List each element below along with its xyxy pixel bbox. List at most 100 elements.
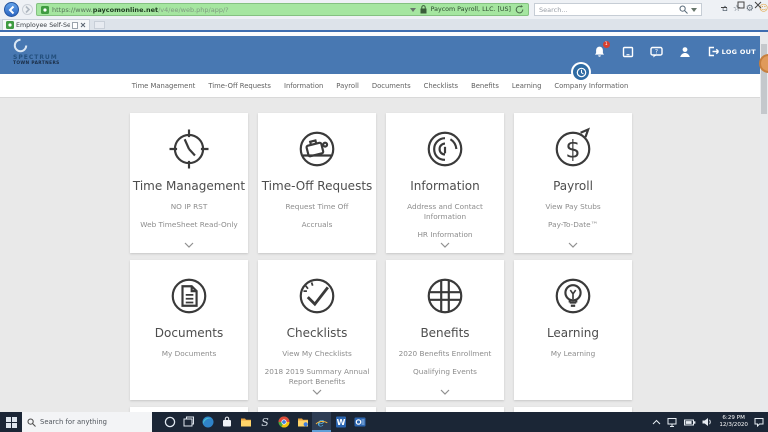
back-button[interactable] xyxy=(4,2,19,17)
card-link[interactable]: Accruals xyxy=(261,220,373,230)
document-icon[interactable] xyxy=(163,270,215,322)
address-bar[interactable]: https://www.paycomonline.net/v4/ee/web.p… xyxy=(36,3,529,16)
card-link[interactable]: 2018 2019 Summary Annual Report Benefits xyxy=(261,367,373,387)
taskbar-snagit-icon[interactable]: S xyxy=(255,412,274,432)
nav-item-documents[interactable]: Documents xyxy=(372,82,411,90)
tray-volume-icon[interactable] xyxy=(702,417,713,427)
company-logo[interactable]: SPECTRUM TOWN PARTNERS xyxy=(13,38,60,66)
taskbar-word-icon[interactable]: W xyxy=(331,412,350,432)
profile-icon[interactable] xyxy=(679,46,691,58)
ssl-cert-name[interactable]: Paycom Payroll, LLC. [US] xyxy=(431,6,511,13)
taskbar-search-icon xyxy=(27,418,36,427)
nav-item-time-management[interactable]: Time Management xyxy=(132,82,196,90)
nav-item-company-information[interactable]: Company Information xyxy=(554,82,628,90)
nav-item-benefits[interactable]: Benefits xyxy=(471,82,499,90)
new-tab-button[interactable] xyxy=(94,21,105,29)
tray-network-icon[interactable] xyxy=(667,417,678,427)
start-button[interactable] xyxy=(0,412,22,432)
svg-text:$: $ xyxy=(565,136,580,164)
card-link[interactable]: View My Checklists xyxy=(261,349,373,359)
dashboard-card-time-off-requests[interactable]: Time-Off Requests Request Time Off Accrual… xyxy=(258,113,376,253)
search-icon[interactable] xyxy=(679,5,688,14)
tab-close-icon[interactable] xyxy=(80,22,86,28)
card-expander-chevron-down-icon[interactable] xyxy=(184,242,194,248)
dashboard-card-checklists[interactable]: Checklists View My Checklists 2018 2019 Su… xyxy=(258,260,376,400)
card-expander-chevron-down-icon[interactable] xyxy=(440,389,450,395)
tray-clock[interactable]: 6:29 PM 12/3/2020 xyxy=(719,415,748,430)
taskbar-edge-icon[interactable] xyxy=(198,412,217,432)
svg-text:?: ? xyxy=(655,48,658,55)
close-button[interactable] xyxy=(749,0,766,10)
logout-arrow-icon xyxy=(707,46,719,57)
nav-item-payroll[interactable]: Payroll xyxy=(336,82,359,90)
card-link[interactable]: Web TimeSheet Read-Only xyxy=(133,220,245,230)
card-expander-chevron-down-icon[interactable] xyxy=(312,389,322,395)
clock-icon[interactable] xyxy=(163,123,215,175)
help-chat-icon[interactable]: ? xyxy=(649,46,663,58)
taskbar-shared-folder-icon[interactable] xyxy=(293,412,312,432)
nav-item-learning[interactable]: Learning xyxy=(512,82,542,90)
card-link[interactable]: HR Information xyxy=(389,230,501,240)
tray-battery-icon[interactable] xyxy=(684,418,696,427)
notifications-bell-icon[interactable]: 1 xyxy=(593,41,610,58)
tab-employee-self-service[interactable]: Employee Self-Service xyxy=(2,19,90,30)
maximize-button[interactable] xyxy=(732,0,749,10)
nav-item-information[interactable]: Information xyxy=(284,82,323,90)
nav-item-time-off-requests[interactable]: Time-Off Requests xyxy=(208,82,271,90)
tray-chevron-up-icon[interactable] xyxy=(652,419,661,425)
page-scrollbar[interactable] xyxy=(760,32,768,412)
dashboard-card-time-management[interactable]: Time Management NO IP RST Web TimeSheet Re… xyxy=(130,113,248,253)
card-link[interactable]: Pay-To-Date™ xyxy=(517,220,629,230)
dashboard-card-payroll[interactable]: $ Payroll View Pay Stubs Pay-To-Date™ xyxy=(514,113,632,253)
fingerprint-icon[interactable] xyxy=(419,123,471,175)
taskbar-internet-explorer-icon[interactable]: e xyxy=(312,412,331,432)
taskbar-cortana-icon[interactable] xyxy=(160,412,179,432)
action-center-icon[interactable] xyxy=(754,417,764,427)
lightbulb-icon[interactable] xyxy=(547,270,599,322)
taskbar-store-icon[interactable] xyxy=(217,412,236,432)
url-scheme: https://www. xyxy=(52,5,93,14)
address-dropdown-icon[interactable] xyxy=(409,7,416,12)
card-link[interactable]: My Documents xyxy=(133,349,245,359)
devices-icon[interactable] xyxy=(622,46,634,58)
notification-badge: 1 xyxy=(602,41,610,48)
taskbar-outlook-icon[interactable] xyxy=(350,412,369,432)
dashboard-card-documents[interactable]: Documents My Documents xyxy=(130,260,248,400)
nav-item-checklists[interactable]: Checklists xyxy=(424,82,458,90)
card-title: Learning xyxy=(546,326,600,340)
card-link[interactable]: 2020 Benefits Enrollment xyxy=(389,349,501,359)
windows-taskbar: Search for anything SeW 6:29 PM 12/3/202… xyxy=(0,412,768,432)
search-dropdown-icon[interactable] xyxy=(691,7,697,12)
logo-line2: TOWN PARTNERS xyxy=(13,61,60,66)
medical-cross-icon[interactable] xyxy=(419,270,471,322)
checkmark-icon[interactable] xyxy=(291,270,343,322)
browser-search-input[interactable]: Search... xyxy=(534,3,702,16)
taskbar-file-explorer-icon[interactable] xyxy=(236,412,255,432)
taskbar-task-view-icon[interactable] xyxy=(179,412,198,432)
dashboard-card-information[interactable]: Information Address and Contact Informati… xyxy=(386,113,504,253)
card-link[interactable]: NO IP RST xyxy=(133,202,245,212)
minimize-button[interactable] xyxy=(715,0,732,10)
refresh-icon[interactable] xyxy=(515,5,524,14)
paycom-header: SPECTRUM TOWN PARTNERS 1 ? LOG OUT xyxy=(0,36,768,74)
taskbar-chrome-icon[interactable] xyxy=(274,412,293,432)
taskbar-search-input[interactable]: Search for anything xyxy=(22,412,152,432)
card-link[interactable]: Qualifying Events xyxy=(389,367,501,377)
taskbar-apps: SeW xyxy=(160,412,369,432)
dollar-icon[interactable]: $ xyxy=(547,123,599,175)
tray-date: 12/3/2020 xyxy=(719,422,748,428)
log-out-button[interactable]: LOG OUT xyxy=(707,46,756,57)
screen: https://www.paycomonline.net/v4/ee/web.p… xyxy=(0,0,768,432)
card-expander-chevron-down-icon[interactable] xyxy=(440,242,450,248)
card-link[interactable]: My Learning xyxy=(517,349,629,359)
card-link[interactable]: Address and Contact Information xyxy=(389,202,501,222)
dashboard-card-benefits[interactable]: Benefits 2020 Benefits Enrollment Qualifyi… xyxy=(386,260,504,400)
time-clock-button[interactable] xyxy=(571,62,591,82)
forward-button[interactable] xyxy=(22,4,33,15)
dashboard-card-learning[interactable]: Learning My Learning xyxy=(514,260,632,400)
card-link[interactable]: Request Time Off xyxy=(261,202,373,212)
webpage: SPECTRUM TOWN PARTNERS 1 ? LOG OUT Time … xyxy=(0,32,768,412)
card-expander-chevron-down-icon[interactable] xyxy=(568,242,578,248)
card-link[interactable]: View Pay Stubs xyxy=(517,202,629,212)
briefcase-icon[interactable] xyxy=(291,123,343,175)
